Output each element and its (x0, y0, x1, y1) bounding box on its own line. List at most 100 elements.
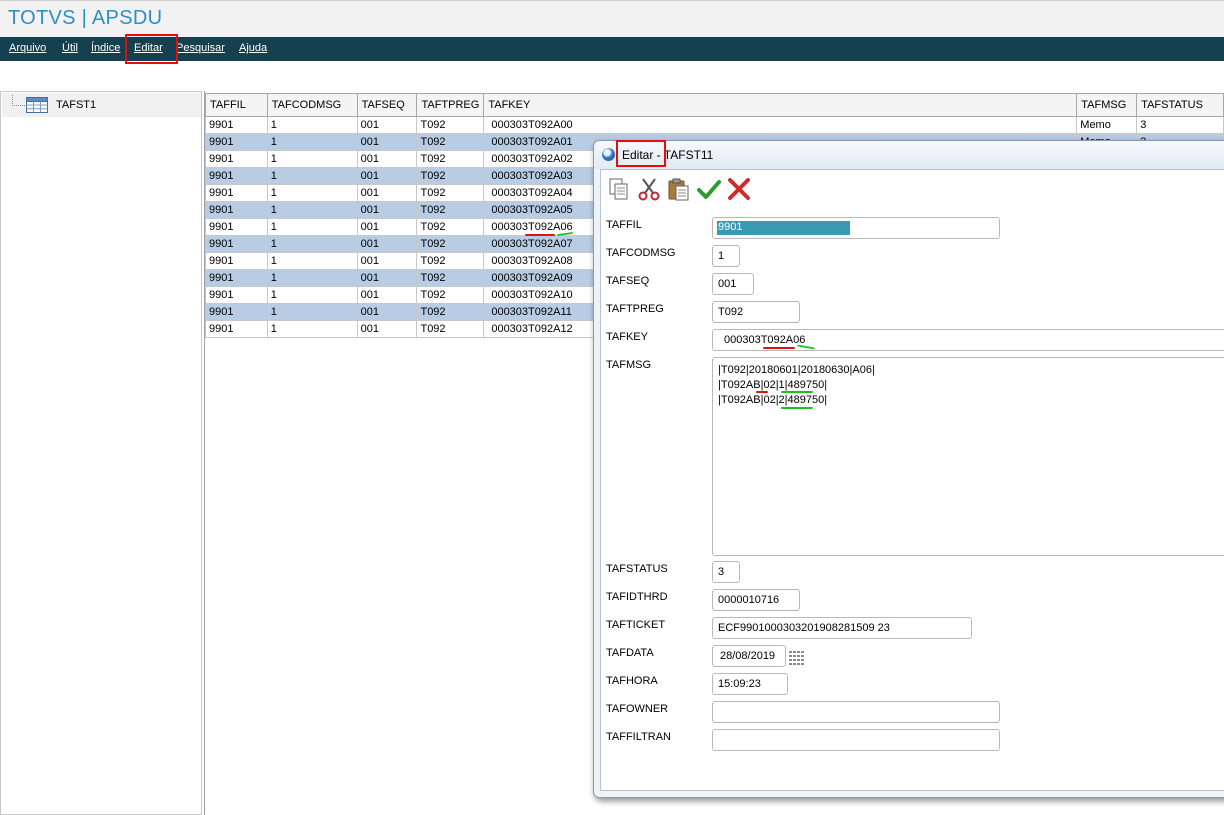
table-cell[interactable]: T092 (416, 269, 485, 287)
table-cell[interactable]: 001 (356, 184, 418, 202)
tafmsg-memo[interactable]: |T092|20180601|20180630|A06| |T092AB|02|… (712, 357, 1224, 556)
table-cell[interactable]: 9901 (205, 269, 268, 287)
taffiltran-field[interactable] (712, 729, 1000, 751)
table-cell[interactable]: 1 (266, 235, 358, 253)
memo-line: |T092AB|02|2|489750| (718, 394, 828, 406)
tafhora-label: TAFHORA (606, 675, 658, 687)
table-cell[interactable]: 001 (356, 252, 418, 270)
column-header[interactable]: TAFFIL (205, 93, 268, 117)
table-cell[interactable]: 1 (266, 252, 358, 270)
memo-line: |T092AB|02|1|489750| (718, 379, 828, 391)
confirm-check-icon[interactable] (696, 176, 722, 202)
table-cell[interactable]: 9901 (205, 133, 268, 151)
table-cell[interactable]: 1 (266, 201, 358, 219)
table-cell[interactable]: 001 (356, 320, 418, 338)
taftpreg-field[interactable]: T092 (712, 301, 800, 323)
table-cell[interactable]: 9901 (205, 303, 268, 321)
table-cell[interactable]: 1 (266, 218, 358, 236)
tafdata-label: TAFDATA (606, 647, 654, 659)
dialog-titlebar[interactable]: Editar - TAFST11 (594, 140, 1224, 169)
table-cell[interactable]: 1 (266, 184, 358, 202)
menu-indice[interactable]: Índice (91, 42, 120, 54)
table-cell[interactable]: 001 (356, 116, 418, 134)
tafidthrd-field[interactable]: 0000010716 (712, 589, 800, 611)
table-cell[interactable]: Memo (1076, 116, 1138, 134)
menu-editar[interactable]: Editar (134, 42, 163, 54)
tafticket-field[interactable]: ECF9901000303201908281509 23 (712, 617, 972, 639)
column-header[interactable]: TAFCODMSG (266, 93, 358, 117)
table-cell[interactable]: 1 (266, 269, 358, 287)
table-cell[interactable]: 9901 (205, 201, 268, 219)
menu-util[interactable]: Útil (62, 42, 78, 54)
menu-arquivo[interactable]: Arquivo (9, 42, 46, 54)
tafticket-label: TAFTICKET (606, 619, 666, 631)
cut-icon[interactable] (636, 176, 662, 202)
table-cell[interactable]: T092 (416, 286, 485, 304)
table-cell[interactable]: 001 (356, 218, 418, 236)
table-cell[interactable]: T092 (416, 235, 485, 253)
calendar-icon[interactable] (789, 651, 805, 665)
tree-item-tafst1[interactable]: TAFST1 (2, 93, 201, 117)
taffil-label: TAFFIL (606, 219, 642, 231)
column-header[interactable]: TAFSTATUS (1136, 93, 1224, 117)
tafdata-field[interactable]: 28/08/2019 (712, 645, 786, 667)
menu-ajuda[interactable]: Ajuda (239, 42, 267, 54)
table-cell[interactable]: 1 (266, 303, 358, 321)
table-cell[interactable]: T092 (416, 218, 485, 236)
table-cell[interactable]: 001 (356, 235, 418, 253)
tafowner-field[interactable] (712, 701, 1000, 723)
table-cell[interactable]: T092 (416, 320, 485, 338)
table-icon (26, 97, 48, 113)
table-cell[interactable]: 1 (266, 150, 358, 168)
table-cell[interactable]: T092 (416, 133, 485, 151)
tafseq-field[interactable]: 001 (712, 273, 754, 295)
table-cell[interactable]: T092 (416, 167, 485, 185)
table-cell[interactable]: 001 (356, 286, 418, 304)
table-cell[interactable]: T092 (416, 201, 485, 219)
table-cell[interactable]: 9901 (205, 235, 268, 253)
table-cell[interactable]: 1 (266, 133, 358, 151)
table-cell[interactable]: 001 (356, 201, 418, 219)
table-cell[interactable]: 3 (1136, 116, 1224, 134)
table-cell[interactable]: 9901 (205, 150, 268, 168)
paste-icon[interactable] (666, 176, 692, 202)
table-cell[interactable]: 9901 (205, 320, 268, 338)
tafcodmsg-field[interactable]: 1 (712, 245, 740, 267)
table-cell[interactable]: 1 (266, 167, 358, 185)
table-cell[interactable]: 001 (356, 150, 418, 168)
tafidthrd-label: TAFIDTHRD (606, 591, 668, 603)
cancel-x-icon[interactable] (726, 176, 752, 202)
table-cell[interactable]: 9901 (205, 116, 268, 134)
copy-icon[interactable] (606, 176, 632, 202)
column-header[interactable]: TAFTPREG (416, 93, 485, 117)
table-cell[interactable]: 1 (266, 320, 358, 338)
table-cell[interactable]: 9901 (205, 167, 268, 185)
table-cell[interactable]: T092 (416, 116, 485, 134)
table-cell[interactable]: T092 (416, 150, 485, 168)
table-cell[interactable]: 001 (356, 133, 418, 151)
edit-dialog: Editar - TAFST11 TAFFIL 9901 TAFCODMSG 1… (593, 140, 1224, 798)
table-cell[interactable]: 001 (356, 303, 418, 321)
table-cell[interactable]: 001 (356, 167, 418, 185)
tafhora-field[interactable]: 15:09:23 (712, 673, 788, 695)
column-header[interactable]: TAFSEQ (356, 93, 418, 117)
tafkey-field[interactable]: 000303T092A06 (712, 329, 1224, 351)
table-cell[interactable]: 9901 (205, 184, 268, 202)
taffil-field[interactable]: 9901 (712, 217, 1000, 239)
table-cell[interactable]: T092 (416, 252, 485, 270)
tafstatus-field[interactable]: 3 (712, 561, 740, 583)
table-cell[interactable]: 9901 (205, 218, 268, 236)
table-row[interactable]: 9901 1 001 T092 000303T092A00 Memo 3 (205, 116, 1224, 134)
column-header[interactable]: TAFKEY (483, 93, 1078, 117)
table-cell[interactable]: 9901 (205, 252, 268, 270)
table-cell[interactable]: T092 (416, 184, 485, 202)
table-cell[interactable]: 1 (266, 286, 358, 304)
table-cell[interactable]: 1 (266, 116, 358, 134)
table-cell[interactable]: 000303T092A00 (483, 116, 1078, 134)
table-cell[interactable]: T092 (416, 303, 485, 321)
tafcodmsg-label: TAFCODMSG (606, 247, 676, 259)
column-header[interactable]: TAFMSG (1076, 93, 1138, 117)
menu-pesquisar[interactable]: Pesquisar (176, 42, 225, 54)
table-cell[interactable]: 9901 (205, 286, 268, 304)
table-cell[interactable]: 001 (356, 269, 418, 287)
